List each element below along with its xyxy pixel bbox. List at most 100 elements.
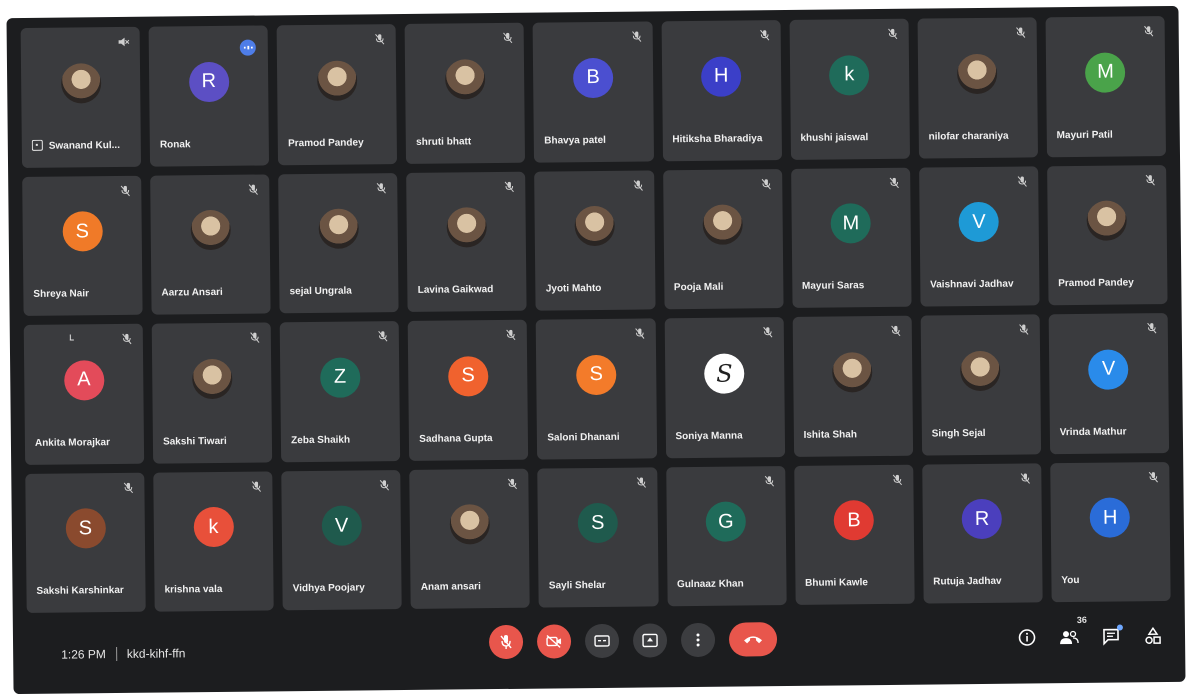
mic-muted-icon xyxy=(119,183,131,197)
avatar: S xyxy=(65,508,106,549)
participant-tile[interactable]: M Mayuri Saras xyxy=(790,167,912,308)
avatar: S xyxy=(704,353,745,394)
participant-tile[interactable]: Pramod Pandey xyxy=(1046,164,1168,306)
participant-tile[interactable]: S Soniya Manna xyxy=(664,317,785,458)
participant-tile[interactable]: H You xyxy=(1050,461,1171,603)
participant-name: Pramod Pandey xyxy=(1058,277,1159,289)
mic-button[interactable] xyxy=(488,624,524,660)
pin-icon[interactable] xyxy=(31,139,43,151)
participant-tile[interactable]: Sakshi Tiwari xyxy=(151,322,273,464)
avatar: k xyxy=(829,54,870,96)
participant-name-text: Ankita Morajkar xyxy=(34,436,111,449)
mic-muted-icon xyxy=(251,479,263,493)
participant-tile[interactable]: V Vrinda Mathur xyxy=(1048,313,1170,454)
participant-name: Hitiksha Bharadiya xyxy=(672,133,773,145)
people-icon xyxy=(1060,630,1079,645)
participant-tile[interactable]: V Vaishnavi Jadhav xyxy=(918,165,1040,307)
participant-name: Swanand Kul... xyxy=(31,138,133,152)
participant-tile[interactable]: Swanand Kul... xyxy=(20,26,142,168)
participant-name-text: Soniya Manna xyxy=(675,429,743,442)
mic-muted-icon xyxy=(888,175,900,189)
camera-off-icon xyxy=(546,635,562,648)
mic-off-icon xyxy=(500,634,512,649)
participant-name-text: Singh Sejal xyxy=(931,427,986,439)
bottom-toolbar: 1:26 PM kkd-kihf-ffn 36 xyxy=(13,602,1186,694)
participant-name: Sakshi Karshinkar xyxy=(36,585,137,597)
speaking-indicator-icon xyxy=(239,39,257,56)
participant-tile[interactable]: Anam ansari xyxy=(409,468,531,609)
participant-name-text: Shreya Nair xyxy=(33,288,90,300)
participant-tile[interactable]: nilofar charaniya xyxy=(917,17,1038,159)
participant-tile[interactable]: Singh Sejal xyxy=(920,314,1041,456)
participant-name: Gulnaaz Khan xyxy=(677,578,778,590)
avatar xyxy=(316,60,358,101)
participant-grid: Swanand Kul... R Ronak Pramod Pandey shruti … xyxy=(20,16,1171,613)
participant-tile[interactable]: k krishna vala xyxy=(153,470,274,612)
participant-name-text: Sakshi Karshinkar xyxy=(36,584,124,597)
participant-tile[interactable]: S Shreya Nair xyxy=(22,175,143,316)
meeting-code: kkd-kihf-ffn xyxy=(126,646,186,661)
avatar: B xyxy=(572,57,614,99)
participant-name: Mayuri Patil xyxy=(1057,129,1158,141)
participant-name-text: sejal Ungrala xyxy=(289,285,352,298)
participant-tile[interactable]: G Gulnaaz Khan xyxy=(665,465,787,607)
participant-tile[interactable]: S Sadhana Gupta xyxy=(408,319,529,461)
chat-button[interactable] xyxy=(1099,624,1123,648)
captions-button[interactable] xyxy=(584,623,620,659)
mic-muted-icon xyxy=(630,29,642,43)
participant-tile[interactable]: Z Zeba Shaikh xyxy=(279,321,401,462)
participant-name-text: Ronak xyxy=(159,138,191,151)
camera-button[interactable] xyxy=(536,624,572,659)
people-button[interactable]: 36 xyxy=(1057,615,1087,649)
leave-call-button[interactable] xyxy=(728,622,778,657)
mic-muted-icon xyxy=(377,329,389,343)
participant-tile[interactable]: Ishita Shah xyxy=(792,315,913,457)
more-options-button[interactable] xyxy=(680,622,716,658)
meeting-details-button[interactable] xyxy=(1015,625,1039,649)
participant-tile[interactable]: R Rutuja Jadhav xyxy=(921,462,1043,604)
participant-tile[interactable]: S Sayli Shelar xyxy=(537,466,659,608)
participant-tile[interactable]: Pooja Mali xyxy=(662,168,784,310)
participant-tile[interactable]: B Bhavya patel xyxy=(533,21,654,163)
participant-tile[interactable]: V Vidhya Poojary xyxy=(281,469,403,611)
participant-name-text: khushi jaiswal xyxy=(800,131,869,144)
participant-name: Anam ansari xyxy=(421,581,522,593)
avatar xyxy=(449,504,490,545)
avatar: Z xyxy=(319,357,361,398)
mic-muted-icon xyxy=(760,177,772,191)
participant-name: Bhumi Kawle xyxy=(805,577,906,589)
side-controls: 36 xyxy=(1015,615,1165,650)
participant-tile[interactable]: k khushi jaiswal xyxy=(789,18,910,160)
mic-muted-icon xyxy=(502,31,514,45)
participant-name-text: Swanand Kul... xyxy=(48,139,121,152)
participant-tile[interactable]: A Ankita Morajkar xyxy=(23,323,145,465)
participant-tile[interactable]: Lavina Gaikwad xyxy=(406,171,528,312)
participant-name: khushi jaiswal xyxy=(800,131,901,144)
participant-tile[interactable]: B Bhumi Kawle xyxy=(793,464,915,605)
mic-muted-icon xyxy=(376,181,388,195)
participant-tile[interactable]: H Hitiksha Bharadiya xyxy=(661,20,782,161)
avatar xyxy=(60,62,101,104)
participant-tile[interactable]: S Saloni Dhanani xyxy=(536,318,657,460)
participant-tile[interactable]: shruti bhatt xyxy=(404,22,526,164)
participant-name-text: You xyxy=(1061,574,1080,587)
activities-button[interactable] xyxy=(1141,624,1165,648)
hangup-icon xyxy=(744,636,763,644)
mic-muted-icon xyxy=(761,325,773,339)
mic-muted-icon xyxy=(379,478,391,492)
participant-tile[interactable]: Aarzu Ansari xyxy=(150,173,271,315)
participant-tile[interactable]: Pramod Pandey xyxy=(276,24,398,165)
check-mark-icon xyxy=(69,334,74,341)
participant-name: You xyxy=(1061,574,1162,586)
participant-name: Vidhya Poojary xyxy=(293,582,394,594)
participant-name-text: Sayli Shelar xyxy=(548,579,606,592)
participant-tile[interactable]: Jyoti Mahto xyxy=(534,169,656,311)
participant-name: Pooja Mali xyxy=(674,281,775,294)
participant-name-text: Saloni Dhanani xyxy=(547,431,620,444)
participant-tile[interactable]: M Mayuri Patil xyxy=(1045,16,1166,157)
present-button[interactable] xyxy=(632,623,668,658)
participant-tile[interactable]: R Ronak xyxy=(148,25,270,167)
participant-tile[interactable]: sejal Ungrala xyxy=(278,172,399,314)
participant-tile[interactable]: S Sakshi Karshinkar xyxy=(25,472,146,613)
participant-name: Vrinda Mathur xyxy=(1060,426,1161,438)
